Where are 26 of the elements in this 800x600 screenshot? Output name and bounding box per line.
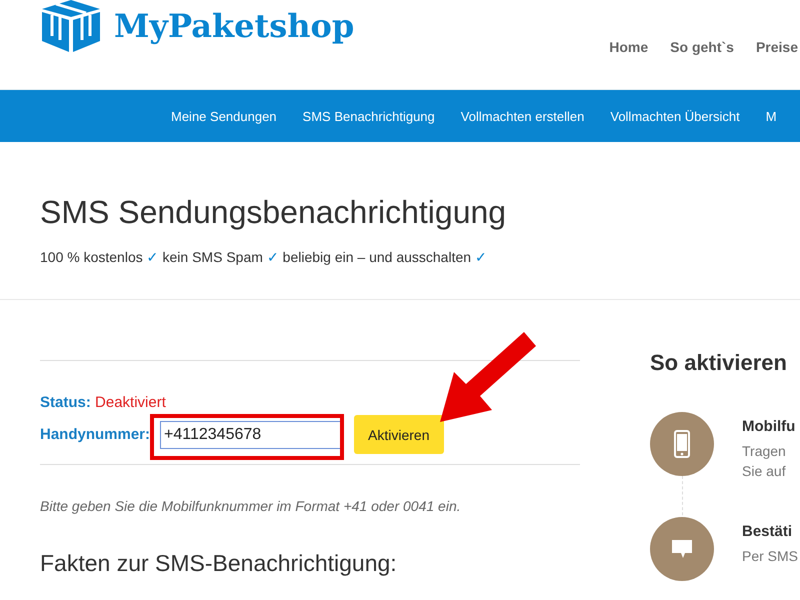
nav-link[interactable]: Preise xyxy=(756,39,798,55)
page-title: SMS Sendungsbenachrichtigung xyxy=(40,194,508,231)
menu-link[interactable]: Meine Sendungen xyxy=(171,108,277,124)
menu-link[interactable]: Vollmachten erstellen xyxy=(460,108,584,124)
logo-text[interactable]: MyPaketshop xyxy=(114,7,354,45)
status-value: Deaktiviert xyxy=(95,394,166,411)
tagline: 100 % kostenlos ✓ kein SMS Spam ✓ beliebig ein – und ausschalten ✓ xyxy=(40,249,488,265)
menu-link[interactable]: Vollmachten Übersicht xyxy=(610,108,740,124)
menu-link[interactable]: SMS Benachrichtigung xyxy=(302,108,435,124)
step-text: Per SMS xyxy=(742,547,798,566)
chat-icon xyxy=(671,539,693,559)
panel-heading: So aktivieren xyxy=(650,350,788,376)
nav-link[interactable]: So geht`s xyxy=(670,39,734,55)
phone-label: Handynummer: xyxy=(40,426,150,443)
section-heading: Fakten zur SMS-Benachrichtigung: xyxy=(40,550,398,577)
cube-logo-icon xyxy=(40,0,102,52)
menu-link[interactable]: M xyxy=(766,108,777,124)
step-text: Sie auf xyxy=(742,462,787,481)
step-title: Bestäti xyxy=(742,523,794,540)
step-text: Tragen xyxy=(742,442,787,461)
status-label: Status: xyxy=(40,394,91,411)
nav-link[interactable]: Home xyxy=(609,39,648,55)
activate-button[interactable]: Aktivieren xyxy=(354,415,444,454)
hint-text: Bitte geben Sie die Mobilfunknummer im Format +41 oder 0041 ein. xyxy=(40,498,462,514)
phone-icon xyxy=(674,430,690,458)
step-title: Mobilfu xyxy=(742,418,796,435)
